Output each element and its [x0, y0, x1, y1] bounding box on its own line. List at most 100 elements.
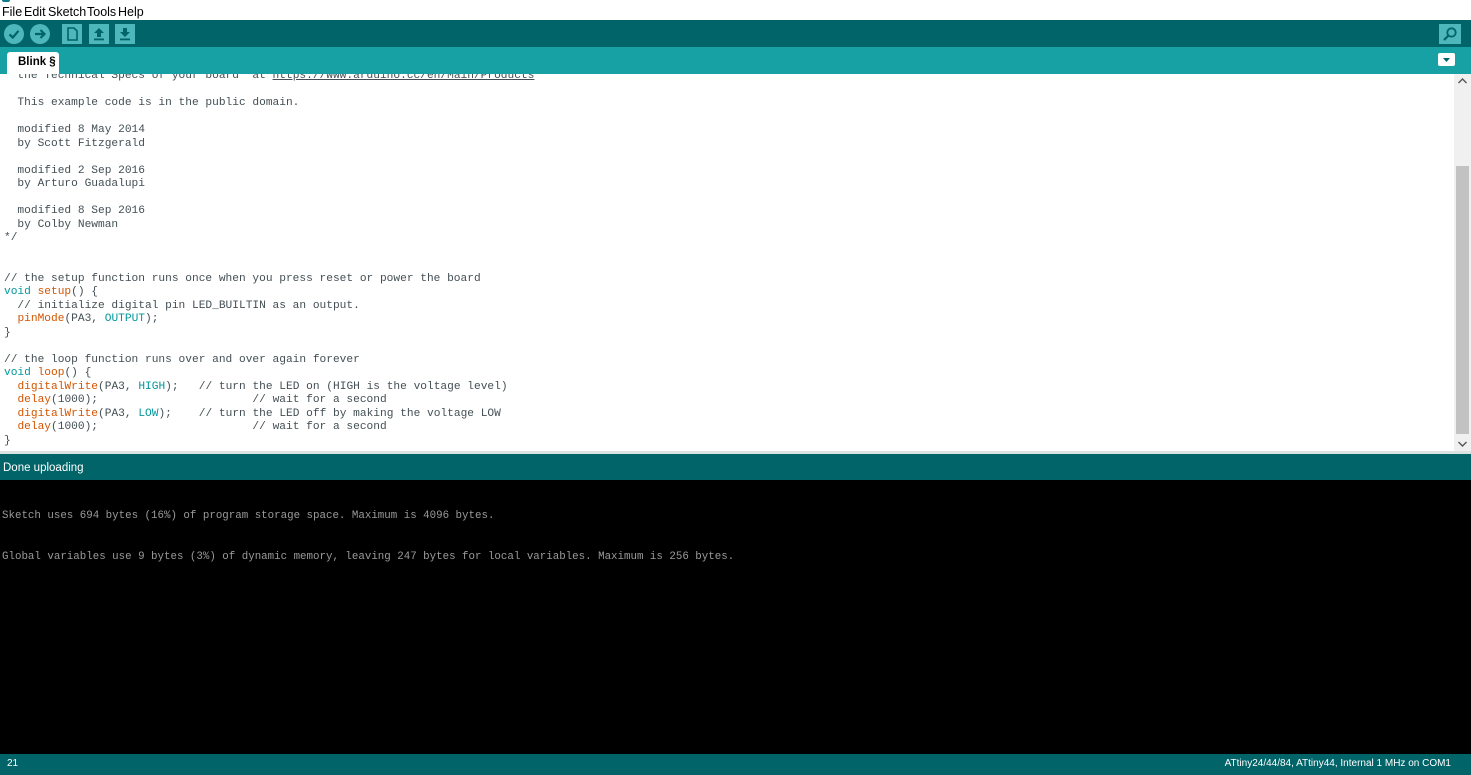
code-link[interactable]: https://www.arduino.cc/en/Main/Products [273, 74, 535, 82]
code-line: digitalWrite(PA3, HIGH); // turn the LED… [4, 381, 534, 395]
code-token: ); [145, 313, 159, 325]
code-token: by Scott Fitzgerald [4, 137, 145, 150]
code-line: delay(1000); // wait for a second [4, 421, 534, 435]
editor-scrollbar[interactable] [1454, 74, 1471, 451]
code-token: modified 8 Sep 2016 [4, 205, 145, 217]
code-token: by Colby Newman [4, 218, 119, 231]
menu-sketch[interactable]: Sketch [48, 5, 86, 19]
code-token: modified 2 Sep 2016 [4, 164, 145, 177]
code-token: LOW [138, 407, 159, 420]
code-line: } [4, 327, 534, 341]
code-token: delay [17, 394, 52, 406]
verify-button[interactable] [4, 24, 24, 44]
board-info: ATtiny24/44/84, ATtiny44, Internal 1 MHz… [1224, 758, 1451, 769]
code-line: modified 8 May 2014 [4, 124, 534, 138]
open-button[interactable] [89, 24, 109, 44]
code-token: (PA3, [64, 313, 105, 325]
code-token: (PA3, [98, 407, 139, 420]
code-token: OUTPUT [104, 313, 146, 325]
code-token: (PA3, [98, 380, 139, 393]
tab-strip: Blink § [0, 47, 1471, 74]
code-line: void setup() { [4, 286, 534, 300]
code-line: by Colby Newman [4, 219, 534, 233]
serial-monitor-button[interactable] [1439, 24, 1461, 44]
console-text: Sketch uses 694 bytes (16%) of program s… [2, 483, 734, 592]
app-icon [2, 0, 10, 2]
code-line: digitalWrite(PA3, LOW); // turn the LED … [4, 408, 534, 422]
code-line: // the setup function runs once when you… [4, 273, 534, 287]
scroll-up-icon[interactable] [1457, 76, 1468, 86]
console-line: Global variables use 9 bytes (3%) of dyn… [2, 550, 735, 563]
menu-file[interactable]: File [2, 5, 22, 19]
arrow-down-icon [115, 24, 135, 44]
code-token: // initialize digital pin LED_BUILTIN as… [4, 299, 360, 312]
code-token: void [4, 286, 31, 298]
code-token: digitalWrite [17, 380, 99, 393]
code-line: pinMode(PA3, OUTPUT); [4, 313, 534, 327]
code-token: ); // turn the LED on (HIGH is the volta… [165, 380, 508, 393]
arrow-right-icon [30, 24, 50, 44]
code-token: loop [37, 367, 65, 379]
code-line: } [4, 435, 534, 449]
status-bar: Done uploading [0, 454, 1471, 480]
code-token: digitalWrite [17, 407, 99, 420]
code-token: // the loop function runs over and over … [4, 353, 360, 366]
code-token: () { [71, 286, 99, 298]
code-token: delay [17, 421, 52, 433]
line-number: 21 [7, 758, 19, 769]
code-line: */ [4, 232, 534, 246]
code-token: } [4, 326, 11, 339]
code-token: the Technical Specs of your board at [4, 74, 273, 82]
code-token: ); // turn the LED off by making the vol… [158, 407, 501, 420]
status-message: Done uploading [3, 462, 84, 474]
check-icon [4, 24, 24, 44]
scroll-thumb[interactable] [1456, 166, 1469, 434]
new-button[interactable] [62, 24, 82, 44]
magnifier-icon [1439, 24, 1461, 44]
code-line: delay(1000); // wait for a second [4, 394, 534, 408]
code-line: modified 2 Sep 2016 [4, 165, 534, 179]
tab-menu-button[interactable] [1438, 53, 1455, 66]
code-token: (1000); // wait for a second [51, 421, 387, 433]
code-line: modified 8 Sep 2016 [4, 205, 534, 219]
scroll-down-icon[interactable] [1457, 439, 1468, 449]
code-line: the Technical Specs of your board at htt… [4, 74, 534, 84]
upload-button[interactable] [30, 24, 50, 44]
save-button[interactable] [115, 24, 135, 44]
code-token: modified 8 May 2014 [4, 124, 145, 136]
code-text: the Technical Specs of your board at htt… [4, 74, 534, 448]
code-token: HIGH [138, 380, 166, 393]
menu-bar: File Edit Sketch Tools Help [0, 0, 1471, 20]
menu-tools[interactable]: Tools [87, 5, 116, 19]
code-token: } [4, 434, 11, 447]
code-token: pinMode [17, 313, 65, 325]
code-token: This example code is in the public domai… [4, 97, 300, 109]
menu-help[interactable]: Help [118, 5, 144, 19]
code-token: void [4, 367, 31, 379]
menu-edit[interactable]: Edit [24, 5, 46, 19]
chevron-down-icon [1443, 58, 1450, 62]
tab-label: Blink § [18, 56, 56, 68]
arrow-up-icon [89, 24, 109, 44]
code-token: // the setup function runs once when you… [4, 272, 481, 285]
code-token: */ [4, 232, 18, 244]
console-output[interactable]: Sketch uses 694 bytes (16%) of program s… [0, 480, 1471, 754]
code-line: This example code is in the public domai… [4, 97, 534, 111]
console-line: Sketch uses 694 bytes (16%) of program s… [2, 510, 495, 523]
code-editor[interactable]: the Technical Specs of your board at htt… [0, 74, 1454, 451]
code-line: by Arturo Guadalupi [4, 178, 534, 192]
tab-blink[interactable]: Blink § [7, 52, 59, 74]
